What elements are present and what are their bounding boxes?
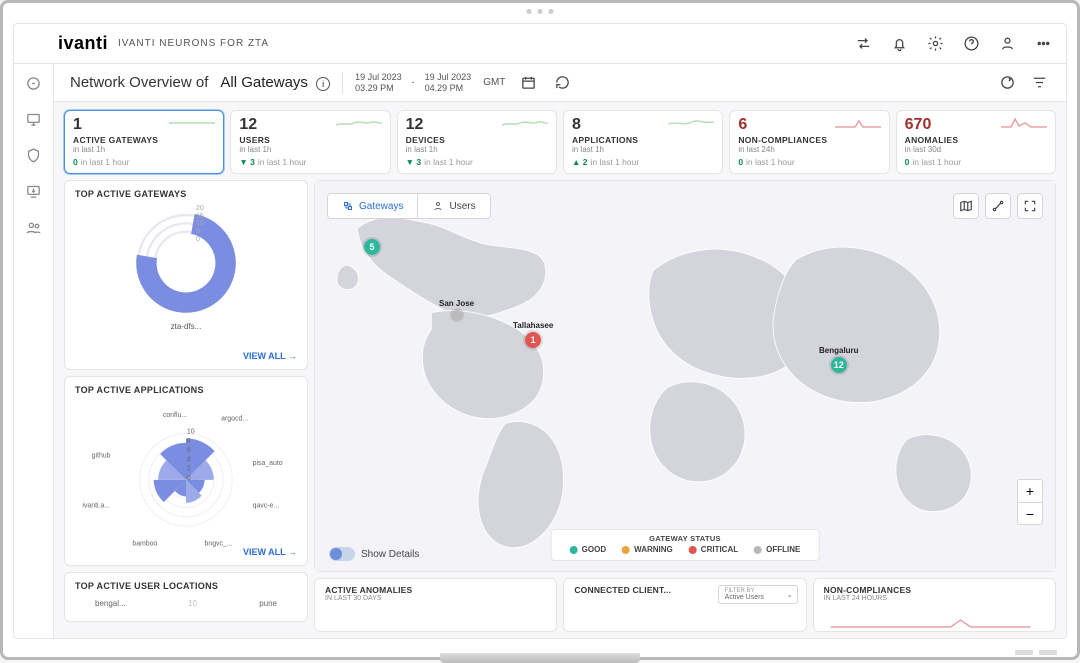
help-icon[interactable] (960, 33, 982, 55)
map-pin[interactable]: 5 (364, 239, 380, 255)
map-legend: GATEWAY STATUS GOODWARNINGCRITICALOFFLIN… (551, 529, 820, 561)
nav-download-icon[interactable] (23, 180, 45, 202)
card-top-gateways: TOP ACTIVE GATEWAYS 20151050 zta-dfs... (64, 180, 308, 370)
donut-chart: 20151050 zta-dfs... (126, 203, 246, 323)
date-range[interactable]: 19 Jul 202303.29 PM - 19 Jul 202304.29 P… (355, 72, 471, 94)
card-active-anomalies: ACTIVE ANOMALIES IN LAST 30 DAYS (314, 578, 557, 632)
svg-text:argocd...: argocd... (221, 416, 248, 423)
svg-text:10: 10 (187, 429, 195, 436)
page-title-prefix: Network Overview of (70, 74, 208, 91)
zoom-control: + − (1017, 479, 1043, 525)
show-details-toggle[interactable]: Show Details (329, 547, 419, 561)
subheader: Network Overview of All Gateways i 19 Ju… (54, 64, 1066, 102)
svg-text:bamboo: bamboo (132, 541, 157, 548)
calendar-icon[interactable] (517, 72, 539, 94)
metric-card[interactable]: 6 NON-COMPLIANCESin last 24h 0in last 1 … (729, 110, 889, 174)
swap-icon[interactable] (852, 33, 874, 55)
app-launcher-icon[interactable] (26, 33, 48, 55)
metric-card[interactable]: 8 APPLICATIONSin last 1h ▲ 2in last 1 ho… (563, 110, 723, 174)
product-name: IVANTI NEURONS FOR ZTA (118, 38, 269, 49)
map-pin[interactable]: San Jose (439, 299, 474, 320)
metric-card[interactable]: 12 USERSin last 1h ▼ 3in last 1 hour (230, 110, 390, 174)
card-connected-clients: CONNECTED CLIENT... FILTER BY Active Use… (563, 578, 806, 632)
fullscreen-icon[interactable] (1017, 193, 1043, 219)
more-icon[interactable] (1032, 33, 1054, 55)
info-icon[interactable]: i (316, 77, 330, 91)
filter-dropdown[interactable]: FILTER BY Active Users ⌄ (718, 585, 798, 604)
metric-card[interactable]: 1 ACTIVE GATEWAYSin last 1h 0in last 1 h… (64, 110, 224, 174)
tab-gateways[interactable]: Gateways (328, 194, 417, 218)
svg-text:0: 0 (187, 475, 191, 482)
map-pin[interactable]: Bengaluru12 (819, 346, 859, 373)
legend-item: WARNING (622, 545, 673, 554)
map-card: Gateways Users (314, 180, 1056, 572)
tab-users[interactable]: Users (417, 194, 489, 218)
world-map[interactable] (315, 181, 1055, 571)
nav-overview-icon[interactable] (23, 72, 45, 94)
viewall-gateways[interactable]: VIEW ALL → (243, 351, 297, 361)
brand-logo: ivanti (58, 33, 108, 54)
nav-users-icon[interactable] (23, 216, 45, 238)
bell-icon[interactable] (888, 33, 910, 55)
svg-text:6: 6 (187, 447, 191, 454)
svg-text:2: 2 (187, 466, 191, 473)
polar-chart: conflu... argocd... pisa_auto qavc-e... … (75, 399, 297, 557)
timezone-label: GMT (483, 77, 505, 88)
viewall-apps[interactable]: VIEW ALL → (243, 547, 297, 557)
metric-card[interactable]: 670 ANOMALIESin last 30d 0in last 1 hour (896, 110, 1056, 174)
map-view-icon[interactable] (953, 193, 979, 219)
card-top-apps: TOP ACTIVE APPLICATIONS (64, 376, 308, 566)
svg-text:qavc-e...: qavc-e... (253, 503, 280, 510)
legend-item: OFFLINE (754, 545, 800, 554)
svg-text:8: 8 (187, 438, 191, 445)
nav-monitor-icon[interactable] (23, 108, 45, 130)
svg-text:bngvc_...: bngvc_... (205, 541, 233, 548)
svg-text:4: 4 (187, 456, 191, 463)
svg-text:pisa_auto: pisa_auto (253, 460, 283, 467)
zoom-in[interactable]: + (1018, 480, 1042, 502)
nav-security-icon[interactable] (23, 144, 45, 166)
legend-item: CRITICAL (689, 545, 738, 554)
topbar: ivanti IVANTI NEURONS FOR ZTA (14, 24, 1066, 64)
svg-text:ivanti.a...: ivanti.a... (82, 503, 110, 510)
scope-selector[interactable]: All Gateways i (220, 74, 330, 91)
user-icon[interactable] (996, 33, 1018, 55)
map-pin[interactable]: Tallahasee1 (513, 321, 553, 348)
chevron-down-icon: ⌄ (787, 591, 793, 599)
refresh-cycle-icon[interactable] (996, 72, 1018, 94)
metric-card[interactable]: 12 DEVICESin last 1h ▼ 3in last 1 hour (397, 110, 557, 174)
refresh-icon[interactable] (551, 72, 573, 94)
metrics-row: 1 ACTIVE GATEWAYSin last 1h 0in last 1 h… (54, 102, 1066, 180)
map-tabs: Gateways Users (327, 193, 491, 219)
zoom-out[interactable]: − (1018, 502, 1042, 524)
card-top-user-locations: TOP ACTIVE USER LOCATIONS bengal... 10 p… (64, 572, 308, 622)
nav-rail (14, 64, 54, 638)
svg-text:github: github (92, 453, 111, 460)
route-icon[interactable] (985, 193, 1011, 219)
card-non-compliances: NON-COMPLIANCES IN LAST 24 HOURS (813, 578, 1056, 632)
legend-item: GOOD (570, 545, 606, 554)
app-window: ivanti IVANTI NEURONS FOR ZTA (13, 23, 1067, 639)
filter-icon[interactable] (1028, 72, 1050, 94)
gear-icon[interactable] (924, 33, 946, 55)
svg-text:conflu...: conflu... (163, 412, 187, 419)
